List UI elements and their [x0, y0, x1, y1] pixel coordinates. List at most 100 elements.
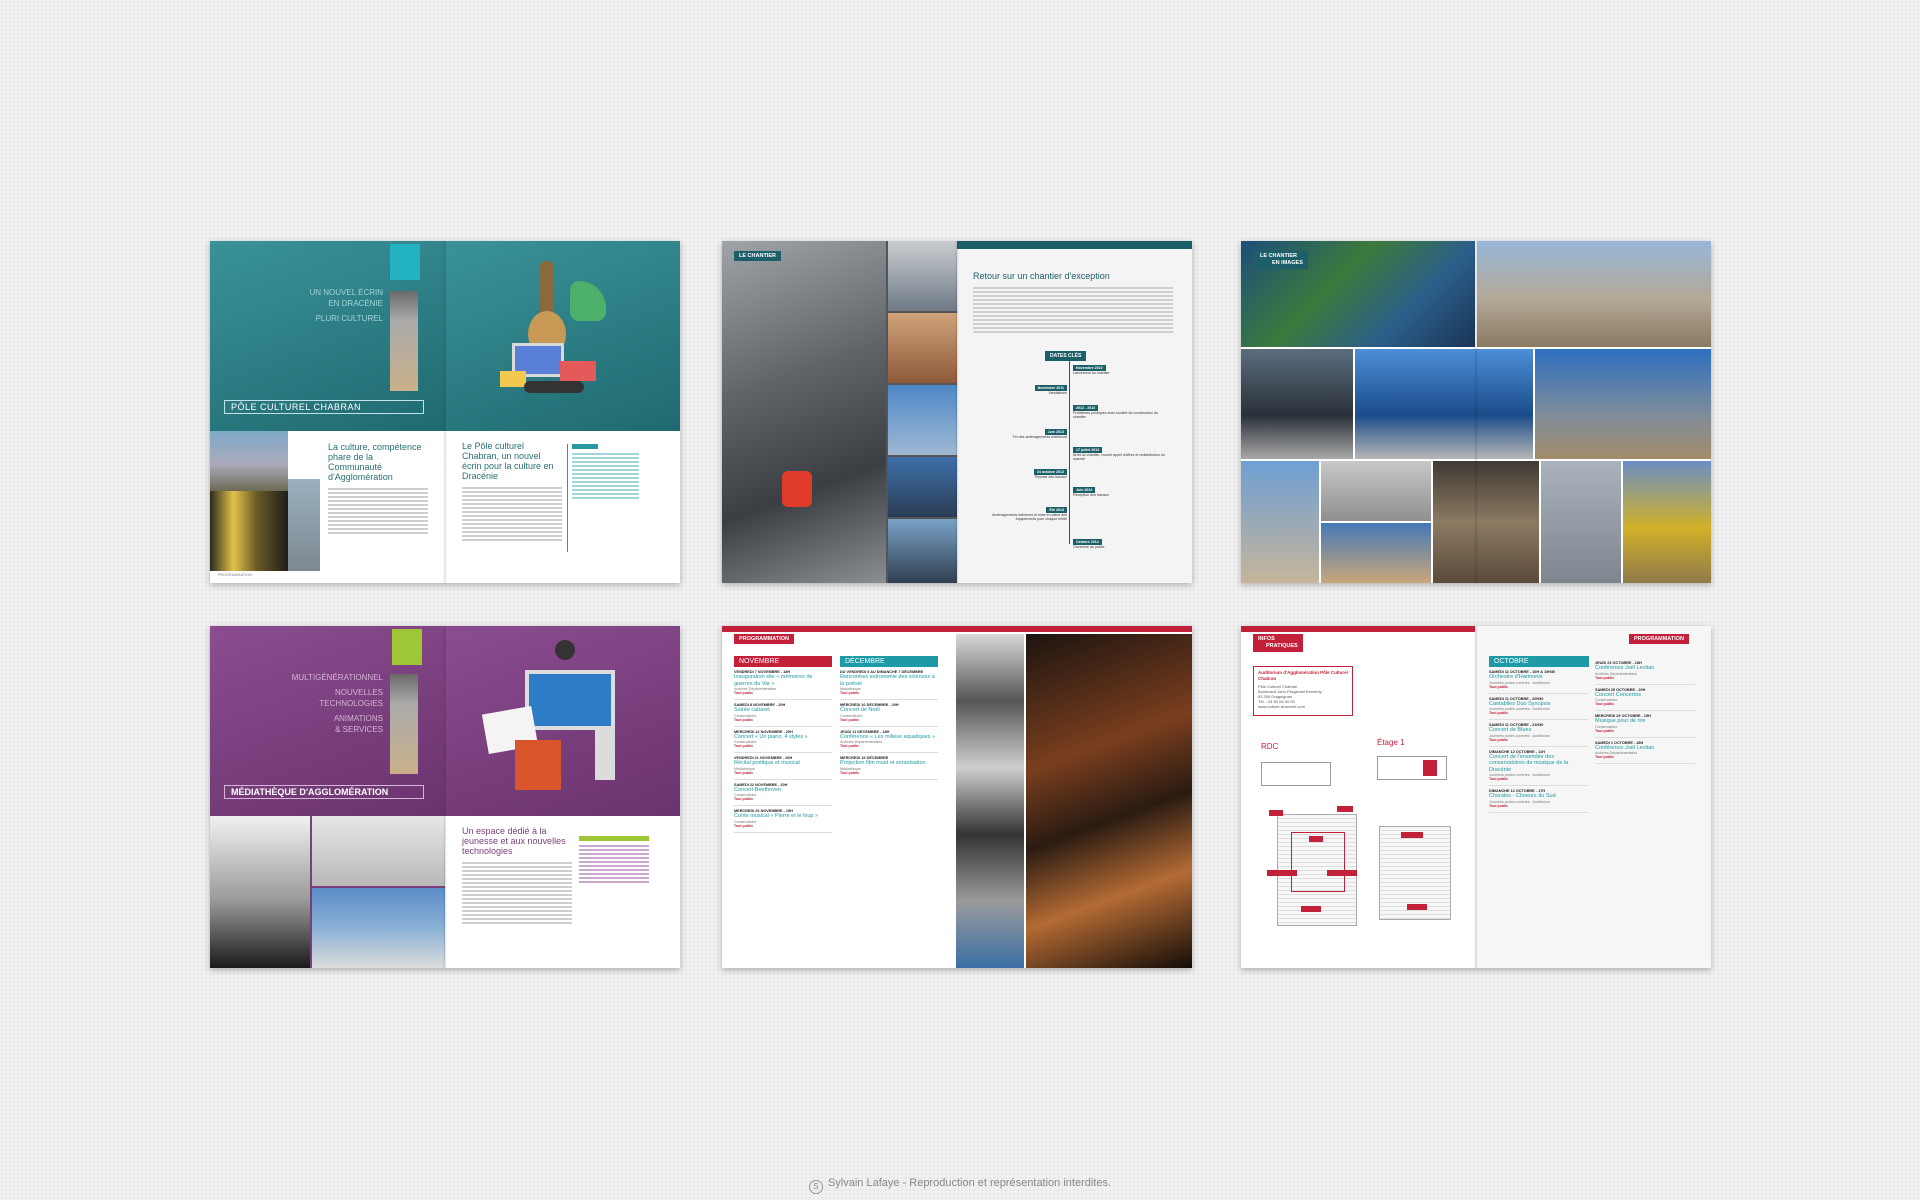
hero-line: EN DRACÉNIE: [328, 299, 383, 308]
timeline-item: 2012 - 2013 Problèmes juridiques avec soc…: [1073, 405, 1158, 419]
section-tag-programmation: PROGRAMMATION: [1629, 634, 1690, 644]
event-item: DU VENDREDI 5 AU DIMANCHE 7 DÉCEMBRE Renc…: [840, 667, 938, 700]
timeline-item: 24 octobre 2013 Reprise des travaux: [1033, 469, 1067, 479]
event-item: MERCREDI 29 OCTOBRE - 15H Musique pour de…: [1595, 711, 1695, 738]
event-item: JEUDI 11 DÉCEMBRE - 18H Conférence « Les …: [840, 727, 938, 753]
sidebar-box: [567, 444, 639, 552]
event-item: MERCREDI 12 NOVEMBRE - 20H Concert « Un p…: [734, 727, 832, 753]
photo-concert-bw: [956, 634, 1024, 968]
event-item: JEUDI 23 OCTOBRE - 18H Conférence Joël Le…: [1595, 658, 1695, 685]
photo-roof: [888, 313, 957, 383]
photo-street: [1321, 523, 1431, 583]
event-item: VENDREDI 7 NOVEMBRE - 18H Inauguration si…: [734, 667, 832, 700]
section-tag: PROGRAMMATION: [734, 634, 795, 644]
page-left: LE CHANTIER: [722, 241, 957, 583]
spread-mediatheque: MULTIGÉNÉRATIONNEL NOUVELLES TECHNOLOGIE…: [210, 626, 680, 968]
photo-worker: [722, 241, 886, 583]
sidebar-box: [579, 836, 649, 936]
hero-line: UN NOUVEL ÉCRIN: [309, 288, 384, 297]
brand-name: PÔLE CULTUREL CHABRAN: [231, 402, 362, 412]
event-item: DIMANCHE 12 OCTOBRE - 17H Chorales - Choe…: [1489, 786, 1589, 813]
photo-interior-work: [1433, 461, 1539, 583]
timeline-item: Juin 2013 Fin des aménagements extérieurs: [1012, 429, 1067, 439]
timeline-item: Octobre 2014 Ouverture au public: [1073, 539, 1105, 549]
photo-facade: [210, 491, 288, 571]
brand-name: MÉDIATHÈQUE D'AGGLOMÉRATION: [231, 787, 389, 797]
event-item: SAMEDI 1 OCTOBRE - 18H Conférence Joël Le…: [1595, 738, 1695, 764]
spread-programmation: PROGRAMMATION NOVEMBRE VENDREDI 7 NOVEMB…: [722, 626, 1192, 968]
event-item: MERCREDI 19 DÉCEMBRE Projection film muet…: [840, 753, 938, 780]
hero-line: PLURI CULTUREL: [315, 314, 383, 323]
section-tag: LE CHANTIER EN IMAGES: [1255, 251, 1308, 269]
photo-sky: [888, 385, 957, 455]
event-item: SAMEDI 11 OCTOBRE - 21H30 Concert de Blue…: [1489, 720, 1589, 747]
event-item: SAMEDI 25 OCTOBRE - 20H Concert Concertos…: [1595, 685, 1695, 711]
photo-building-glass: [312, 888, 445, 968]
floorplan-etage: [1373, 746, 1459, 966]
page-left: UN NOUVEL ÉCRIN EN DRACÉNIE PLURI CULTUR…: [210, 241, 445, 583]
hero-line: NOUVELLES: [334, 688, 383, 697]
page-left: MULTIGÉNÉRATIONNEL NOUVELLES TECHNOLOGIE…: [210, 626, 445, 968]
photo-facade-blue: [1355, 349, 1533, 459]
event-item: SAMEDI 8 NOVEMBRE - 20H Soirée cabaret Con…: [734, 700, 832, 727]
column-december: DÉCEMBRE DU VENDREDI 5 AU DIMANCHE 7 DÉC…: [840, 656, 938, 780]
photo-scaffold: [888, 241, 957, 311]
page-right: Le Pôle culturel Chabran, un nouvel écri…: [445, 241, 680, 583]
timeline-item: 17 juillet 2013 Arrêt du chantier, nouvel…: [1073, 447, 1165, 461]
illustration-instruments: [500, 261, 610, 411]
event-item: SAMEDI 11 OCTOBRE - 20H30 Cantabiles Duo …: [1489, 694, 1589, 720]
spread-chantier: LE CHANTIER Retour sur un chantier d'exc…: [722, 241, 1192, 583]
column-november: NOVEMBRE VENDREDI 7 NOVEMBRE - 18H Inaugu…: [734, 656, 832, 833]
column-october: OCTOBRE SAMEDI 11 OCTOBRE - 16H & 19H30 O…: [1489, 656, 1589, 813]
page-right: Un espace dédié à la jeunesse et aux nou…: [445, 626, 680, 968]
page-foot: PROGRAMMATION: [218, 573, 253, 577]
page-title: Retour sur un chantier d'exception: [973, 271, 1110, 281]
event-item: MERCREDI 10 DÉCEMBRE - 20H Concert de Noë…: [840, 700, 938, 727]
event-item: DIMANCHE 12 OCTOBRE - 11H Concert de l'en…: [1489, 747, 1589, 786]
photo-officials: [1241, 349, 1353, 459]
event-item: SAMEDI 11 OCTOBRE - 16H & 19H30 Orchestre…: [1489, 667, 1589, 694]
brand-bar: MÉDIATHÈQUE D'AGGLOMÉRATION: [224, 785, 424, 799]
event-item: SAMEDI 22 NOVEMBRE - 20H Concert Beethove…: [734, 780, 832, 806]
photo-interior: [288, 479, 320, 571]
photo-blocks: [1541, 461, 1621, 583]
hero-line: MULTIGÉNÉRATIONNEL: [291, 673, 383, 682]
address-box: Auditorium d'Agglomération Pôle Culturel…: [1253, 666, 1353, 716]
hero-line: TECHNOLOGIES: [319, 699, 383, 708]
photo-frame: [888, 457, 957, 517]
section-tag-infos: INFOS PRATIQUES: [1253, 634, 1303, 652]
floorplan-rdc: [1257, 756, 1357, 966]
month-tab: NOVEMBRE: [734, 656, 832, 667]
hero-line: ANIMATIONS: [333, 714, 383, 723]
section-title: Un espace dédié à la jeunesse et aux nou…: [462, 826, 566, 856]
month-tab: DÉCEMBRE: [840, 656, 938, 667]
photo-sculpture: [210, 816, 310, 968]
spread-chantier-images: LE CHANTIER EN IMAGES: [1241, 241, 1711, 583]
photo-corner: [1535, 349, 1711, 459]
month-tab: OCTOBRE: [1489, 656, 1589, 667]
timeline-item: Novembre 2011 Vandalisme: [1007, 385, 1067, 395]
key-dates-title: DATES CLÉS: [1045, 351, 1087, 361]
event-item: MERCREDI 26 NOVEMBRE - 15H Conte musical …: [734, 806, 832, 833]
section-title: Le Pôle culturel Chabran, un nouvel écri…: [462, 441, 554, 481]
photo-site-panorama: [1477, 241, 1711, 347]
spread-infos-pratiques: INFOS PRATIQUES Auditorium d'Agglomérati…: [1241, 626, 1711, 968]
timeline-item: Novembre 2010 Lancement du chantier: [1073, 365, 1110, 375]
photo-room: [1321, 461, 1431, 521]
photo-building: [210, 431, 288, 491]
event-item: VENDREDI 21 NOVEMBRE - 20H Récital poétiq…: [734, 753, 832, 780]
photo-excavator: [1623, 461, 1711, 583]
photo-crane: [1241, 461, 1319, 583]
brand-bar: PÔLE CULTUREL CHABRAN: [224, 400, 424, 414]
timeline-item: Été 2014 Aménagements intérieurs et mise …: [992, 507, 1067, 521]
section-tag: LE CHANTIER: [734, 251, 781, 261]
photo-violins: [1026, 634, 1192, 968]
timeline-item: Juin 2014 Réception des travaux: [1073, 487, 1109, 497]
photo-library: [312, 816, 445, 886]
hero-line: & SERVICES: [335, 725, 383, 734]
floor-label-rdc: RDC: [1261, 742, 1279, 751]
copyright-footer: S Sylvain Lafaye - Reproduction et représ…: [0, 1177, 1920, 1194]
page-right: Retour sur un chantier d'exception DATES…: [957, 241, 1192, 583]
copyright-text: Sylvain Lafaye - Reproduction et représe…: [827, 1177, 1112, 1189]
section-title: La culture, compétence phare de la Commu…: [328, 442, 422, 482]
